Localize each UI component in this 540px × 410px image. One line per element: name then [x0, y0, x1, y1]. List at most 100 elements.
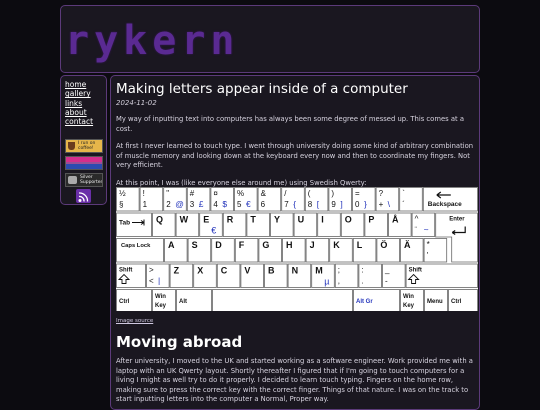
key-punct-0-label: ,: [338, 277, 340, 286]
key-less-than-altgr-label: |: [158, 276, 160, 286]
key-O-label: O: [345, 215, 352, 225]
key-Q-label: Q: [156, 215, 163, 225]
site-logo[interactable]: rykern: [65, 18, 240, 64]
key-right-win-label-line1: Win: [403, 294, 414, 300]
key-row1-3-altgr-label: £: [199, 199, 204, 209]
key-alt-label: Alt: [179, 299, 187, 305]
key-left-win-label-line2: Key: [155, 303, 167, 309]
key-R-label: R: [227, 215, 234, 225]
nav-link-home[interactable]: home: [65, 80, 93, 89]
key-row1-10-label: 0: [355, 200, 360, 209]
blog-post: Making letters appear inside of a comput…: [116, 81, 478, 403]
key-D-label: D: [215, 240, 222, 250]
key-row1-1-shift-label: !: [143, 189, 145, 198]
key-right-shift-label: Shift: [409, 268, 422, 274]
key-F-label: F: [239, 240, 245, 250]
key-caret-altgr-label: ~: [424, 225, 429, 235]
rss-icon[interactable]: [76, 189, 91, 203]
key-M-altgr-label: µ: [324, 277, 329, 287]
key-row1-11-label: +: [379, 200, 384, 209]
silver-supporter-badge[interactable]: Silver Supporter: [65, 173, 103, 187]
key-T-label: T: [250, 215, 256, 225]
key-E-label: E: [203, 215, 209, 225]
site-header: rykern: [60, 5, 480, 73]
key-punct-1-shift-label: :: [361, 266, 363, 275]
silver-badge-text: Silver Supporter: [80, 175, 103, 185]
key-row1-2-altgr-label: @: [175, 199, 184, 209]
key-row1-5-altgr-label: €: [246, 199, 251, 209]
main-content: Making letters appear inside of a comput…: [110, 75, 480, 410]
key-V-label: V: [244, 266, 250, 276]
nav-link-links[interactable]: links: [65, 99, 93, 108]
coffee-badge-text: I run on coffee!: [78, 141, 96, 151]
key-row1-9-shift-label: ): [331, 189, 334, 198]
key-N-label: N: [292, 266, 299, 276]
key-B-label: B: [268, 266, 275, 276]
key-row1-7-altgr-label: {: [293, 199, 296, 209]
key-caret-shift-label: ^: [415, 215, 419, 224]
image-source-link[interactable]: Image source: [116, 318, 153, 324]
key-row1-11-shift-label: ?: [379, 189, 384, 198]
key-C-label: C: [221, 266, 228, 276]
coffee-badge[interactable]: I run on coffee!: [65, 139, 103, 153]
key-row1-0-label: §: [119, 200, 123, 209]
key-row1-0-shift-label: ½: [119, 189, 126, 198]
key-enter-label: Enter: [449, 217, 465, 223]
key-row1-12-shift-label: `: [402, 189, 405, 198]
swedish-qwerty-keyboard-image: ½§!1"2 @#3 £¤4 $%5 €&6/7 {(8 [)9]=0}?+ \`´ Backs…: [116, 187, 478, 311]
nav-link-about[interactable]: about: [65, 108, 93, 117]
key-X-label: X: [197, 266, 203, 276]
key-asterisk-shift-label: *: [427, 240, 430, 249]
key-row1-4-altgr-label: $: [222, 199, 227, 209]
key-row1-4-shift-label: ¤: [213, 189, 218, 198]
post-paragraph-1: My way of inputting text into computers …: [116, 115, 464, 133]
key-Z-label: Z: [174, 266, 180, 276]
key-row1-1-label: 1: [143, 200, 148, 209]
key-M-label: M: [315, 266, 323, 276]
key-row1-2-label: 2: [166, 200, 171, 209]
key-row1-12-label: ´: [402, 200, 405, 209]
nav-list: home gallery links about contact: [65, 80, 93, 126]
key-Y-label: Y: [274, 215, 280, 225]
key-H-label: H: [286, 240, 293, 250]
nav-link-contact[interactable]: contact: [65, 117, 93, 126]
key-Ö-label: Ö: [380, 240, 387, 250]
key-right-win-label-line2: Key: [403, 303, 415, 309]
key-punct-2-shift-label: _: [384, 266, 390, 275]
key-left-win-label-line1: Win: [155, 294, 166, 300]
key-backspace-label: Backspace: [428, 201, 462, 208]
key-tab-label: Tab: [119, 220, 130, 227]
key-row1-6-label: 6: [261, 200, 266, 209]
key-row1-9-altgr-label: ]: [340, 199, 342, 209]
key-K-label: K: [333, 240, 340, 250]
sidebar: home gallery links about contact I run o…: [60, 75, 107, 205]
coffee-cup-icon: [68, 142, 75, 150]
pride-flag-badge[interactable]: [65, 156, 103, 170]
key-J-label: J: [310, 240, 315, 250]
key-less-than-label: <: [149, 277, 154, 286]
key-caps-lock-label: Caps Lock: [121, 243, 151, 249]
key-U-label: U: [298, 215, 305, 225]
key-I-label: I: [321, 215, 324, 225]
key-row1-7-label: 7: [284, 200, 289, 209]
key-altgr-label: Alt Gr: [356, 299, 373, 305]
key-punct-1-label: .: [361, 277, 363, 286]
section-heading-moving-abroad: Moving abroad: [116, 333, 243, 351]
key-space: [212, 289, 353, 311]
key-A-label: A: [168, 240, 175, 250]
key-row1-10-altgr-label: }: [364, 199, 367, 209]
key-E-altgr-label: €: [211, 226, 216, 236]
key-G-label: G: [262, 240, 269, 250]
post-paragraph-2: At first I never learned to touch type. …: [116, 142, 474, 169]
key-row1-3-shift-label: #: [190, 189, 195, 198]
key-row1-6-shift-label: &: [261, 189, 267, 198]
key-menu-label: Menu: [427, 299, 443, 305]
key-L-label: L: [357, 240, 363, 250]
key-Å-label: Å: [392, 215, 399, 225]
post-paragraph-4: After university, I moved to the UK and …: [116, 357, 473, 403]
key-W-label: W: [180, 215, 189, 225]
key-less-than-shift-label: >: [149, 266, 154, 275]
nav-link-gallery[interactable]: gallery: [65, 89, 93, 98]
key-row1-2-shift-label: ": [166, 189, 169, 198]
supporter-icon: [68, 176, 77, 184]
